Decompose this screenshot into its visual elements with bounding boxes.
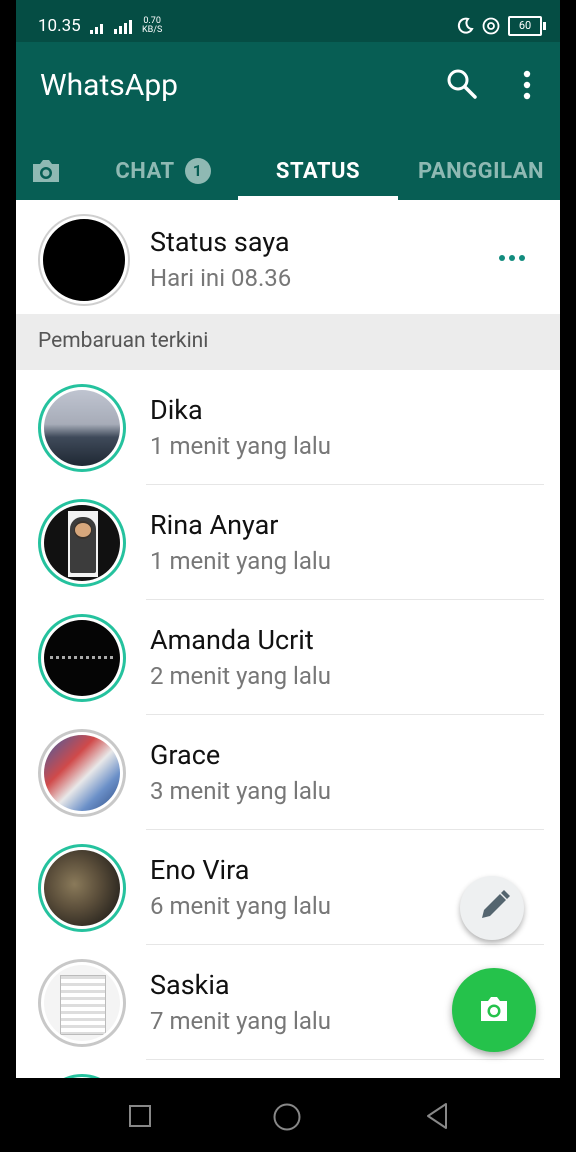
contact-name: Saskia	[150, 969, 230, 1001]
new-camera-status-button[interactable]	[452, 968, 536, 1052]
status-time: 7 menit yang lalu	[150, 1007, 331, 1035]
search-icon[interactable]	[446, 68, 478, 100]
contact-name: Rina Anyar	[150, 509, 279, 541]
avatar	[44, 850, 120, 926]
status-time: 1 menit yang lalu	[150, 432, 331, 460]
my-status-avatar	[40, 216, 128, 304]
status-row[interactable]: Dika 1 menit yang lalu	[16, 370, 560, 485]
tab-camera[interactable]	[16, 142, 76, 200]
app-title: WhatsApp	[40, 68, 179, 103]
my-status-name: Status saya	[150, 226, 290, 258]
status-row[interactable]	[16, 1060, 560, 1078]
my-status-row[interactable]: Status saya Hari ini 08.36	[16, 200, 560, 314]
new-text-status-button[interactable]	[460, 876, 524, 940]
clock: 10.35	[38, 16, 81, 36]
system-status-bar: 10.35 0.70 KB/S 60	[16, 0, 560, 42]
tab-status[interactable]: STATUS	[238, 142, 398, 200]
status-time: 1 menit yang lalu	[150, 547, 331, 575]
status-ring	[38, 959, 126, 1047]
more-options-icon[interactable]	[512, 68, 542, 102]
status-ring	[38, 499, 126, 587]
avatar	[44, 965, 120, 1041]
avatar	[44, 620, 120, 696]
camera-icon	[481, 997, 507, 1021]
status-ring	[38, 729, 126, 817]
tab-calls[interactable]: PANGGILAN	[406, 142, 556, 200]
system-navigation-bar	[0, 1078, 576, 1152]
contact-name: Dika	[150, 394, 203, 426]
status-time: 6 menit yang lalu	[150, 892, 331, 920]
status-ring	[38, 384, 126, 472]
back-icon[interactable]	[424, 1102, 450, 1130]
status-time: 2 menit yang lalu	[150, 662, 331, 690]
avatar	[44, 505, 120, 581]
app-window: 10.35 0.70 KB/S 60 WhatsApp CHAT 1 STATU…	[16, 0, 560, 1078]
at-sign-icon	[482, 17, 500, 35]
status-ring	[38, 614, 126, 702]
contact-name: Grace	[150, 739, 221, 771]
recents-icon[interactable]	[128, 1104, 152, 1128]
status-row[interactable]: Grace 3 menit yang lalu	[16, 715, 560, 830]
status-ring	[38, 844, 126, 932]
status-list: Status saya Hari ini 08.36 Pembaruan ter…	[16, 200, 560, 1078]
pencil-icon	[482, 890, 510, 918]
avatar	[44, 735, 120, 811]
battery-icon: 60	[508, 16, 546, 36]
network-speed: 0.70 KB/S	[142, 16, 163, 35]
status-time: 3 menit yang lalu	[150, 777, 331, 805]
status-row[interactable]: Rina Anyar 1 menit yang lalu	[16, 485, 560, 600]
my-status-time: Hari ini 08.36	[150, 264, 292, 292]
avatar	[44, 390, 120, 466]
home-icon[interactable]	[272, 1102, 302, 1132]
status-row[interactable]: Amanda Ucrit 2 menit yang lalu	[16, 600, 560, 715]
tab-bar: CHAT 1 STATUS PANGGILAN	[16, 142, 560, 200]
unread-badge: 1	[184, 158, 211, 184]
moon-icon	[457, 17, 474, 34]
signal-icon	[90, 20, 132, 34]
app-header: WhatsApp CHAT 1 STATUS PANGGILAN	[16, 42, 560, 200]
contact-name: Eno Vira	[150, 854, 250, 886]
more-horizontal-icon[interactable]	[496, 248, 528, 268]
section-header: Pembaruan terkini	[16, 314, 560, 370]
camera-icon	[33, 160, 59, 182]
tab-chat[interactable]: CHAT 1	[88, 142, 238, 200]
contact-name: Amanda Ucrit	[150, 624, 314, 656]
